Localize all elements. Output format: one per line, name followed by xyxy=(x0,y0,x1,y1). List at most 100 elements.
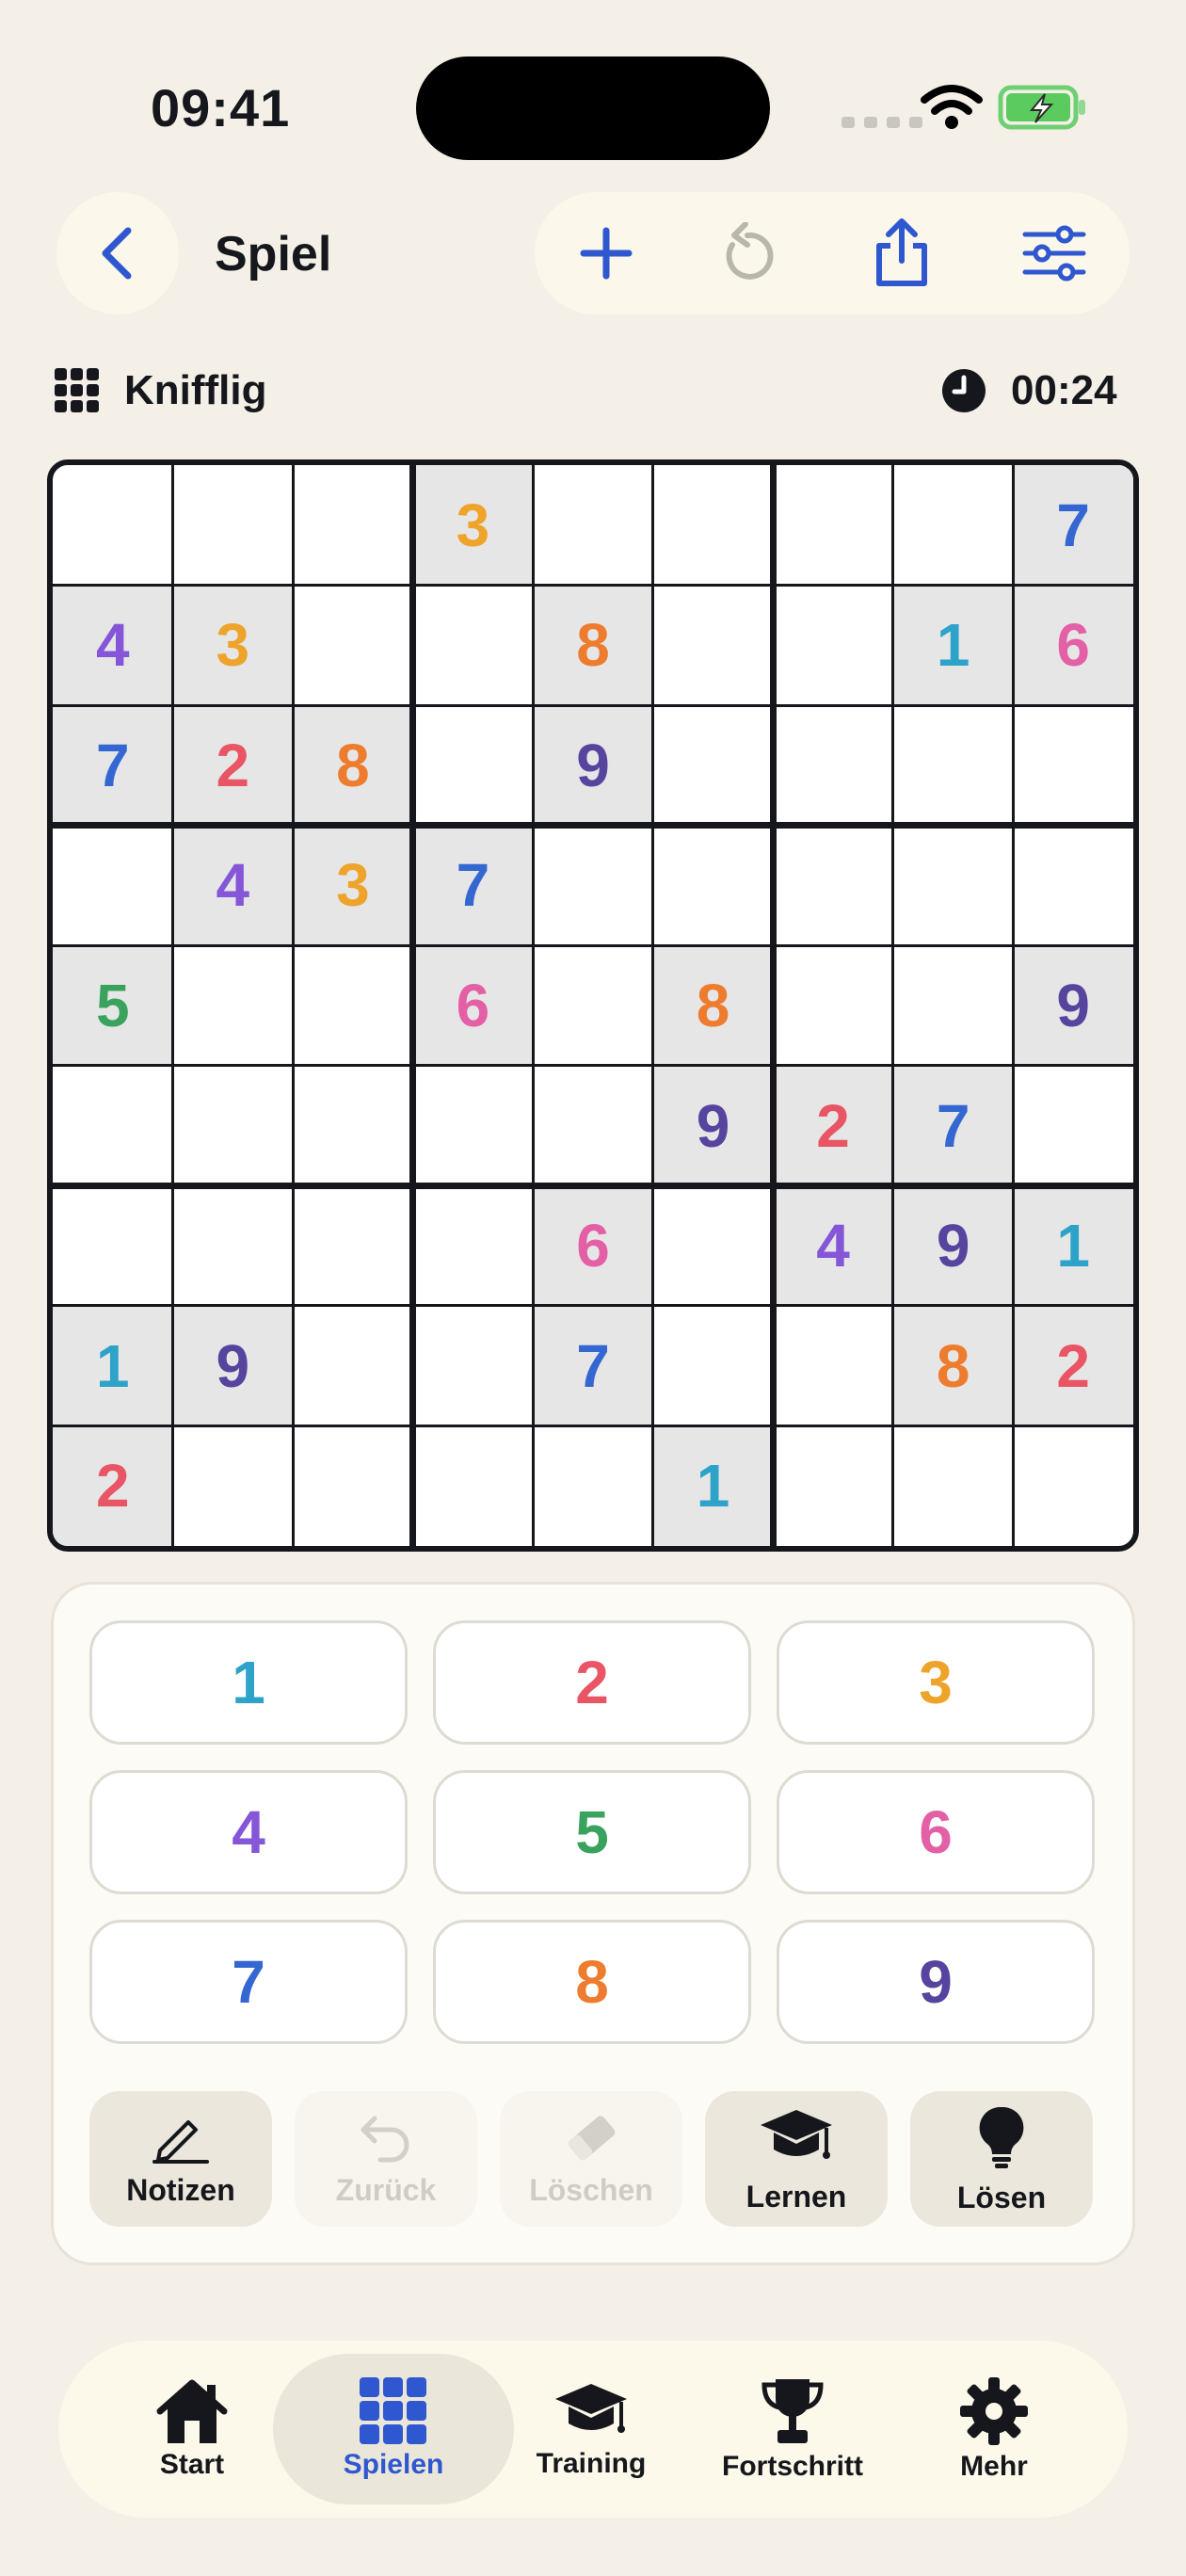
number-button[interactable]: 6 xyxy=(777,1770,1095,1894)
sudoku-cell[interactable] xyxy=(893,465,1014,586)
sudoku-cell[interactable]: 6 xyxy=(1013,585,1133,706)
sudoku-cell[interactable]: 7 xyxy=(412,825,534,946)
sudoku-cell[interactable]: 6 xyxy=(533,1185,653,1306)
sudoku-cell[interactable] xyxy=(413,1185,534,1306)
number-button[interactable]: 5 xyxy=(433,1770,751,1894)
sudoku-cell[interactable] xyxy=(1013,1425,1133,1546)
sudoku-cell[interactable]: 3 xyxy=(412,465,534,586)
sudoku-cell[interactable] xyxy=(773,1306,893,1426)
sudoku-cell[interactable] xyxy=(173,1066,294,1186)
sudoku-cell[interactable] xyxy=(413,1066,534,1186)
sudoku-cell[interactable]: 8 xyxy=(533,585,653,706)
sudoku-cell[interactable]: 6 xyxy=(412,945,534,1066)
sudoku-cell[interactable] xyxy=(653,705,774,826)
sudoku-cell[interactable] xyxy=(773,945,893,1066)
sudoku-cell[interactable]: 3 xyxy=(293,825,413,946)
sudoku-cell[interactable] xyxy=(773,1425,893,1546)
sudoku-cell[interactable] xyxy=(413,1306,534,1426)
sudoku-cell[interactable] xyxy=(53,465,173,586)
sudoku-cell[interactable]: 8 xyxy=(892,1305,1014,1426)
sudoku-cell[interactable] xyxy=(53,826,173,946)
sudoku-cell[interactable]: 8 xyxy=(293,705,413,826)
sudoku-cell[interactable] xyxy=(533,945,653,1066)
sudoku-cell[interactable] xyxy=(293,945,413,1066)
sudoku-cell[interactable] xyxy=(293,1066,413,1186)
sudoku-cell[interactable] xyxy=(293,1425,413,1546)
settings-button[interactable] xyxy=(1017,216,1092,291)
tab-start[interactable]: Start xyxy=(88,2354,296,2504)
sudoku-cell[interactable]: 2 xyxy=(172,705,294,826)
sudoku-cell[interactable]: 5 xyxy=(53,945,173,1066)
number-button[interactable]: 8 xyxy=(433,1920,751,2044)
sudoku-cell[interactable]: 8 xyxy=(652,945,774,1066)
sudoku-cell[interactable]: 1 xyxy=(652,1425,774,1546)
number-button[interactable]: 3 xyxy=(777,1620,1095,1745)
sudoku-cell[interactable]: 1 xyxy=(1013,1185,1133,1306)
sudoku-cell[interactable]: 9 xyxy=(892,1185,1014,1306)
sudoku-cell[interactable] xyxy=(1013,1066,1133,1186)
sudoku-cell[interactable]: 2 xyxy=(1013,1305,1133,1426)
sudoku-cell[interactable] xyxy=(893,826,1014,946)
sudoku-cell[interactable]: 4 xyxy=(53,585,173,706)
sudoku-cell[interactable]: 7 xyxy=(533,1305,653,1426)
sudoku-cell[interactable] xyxy=(653,465,774,586)
tab-training[interactable]: Training xyxy=(488,2354,695,2504)
number-button[interactable]: 7 xyxy=(89,1920,408,2044)
sudoku-cell[interactable] xyxy=(53,1185,173,1306)
number-button[interactable]: 4 xyxy=(89,1770,408,1894)
sudoku-cell[interactable] xyxy=(773,826,893,946)
sudoku-cell[interactable] xyxy=(773,586,893,706)
share-button[interactable] xyxy=(864,216,939,291)
sudoku-cell[interactable] xyxy=(293,586,413,706)
sudoku-cell[interactable] xyxy=(293,465,413,586)
number-button[interactable]: 2 xyxy=(433,1620,751,1745)
new-game-button[interactable] xyxy=(569,216,644,291)
sudoku-cell[interactable] xyxy=(53,1066,173,1186)
sudoku-cell[interactable]: 1 xyxy=(53,1305,173,1426)
back-button[interactable] xyxy=(56,192,179,314)
sudoku-cell[interactable] xyxy=(413,705,534,826)
sudoku-cell[interactable]: 4 xyxy=(773,1185,893,1306)
sudoku-cell[interactable] xyxy=(653,1185,774,1306)
sudoku-cell[interactable]: 4 xyxy=(172,825,294,946)
sudoku-cell[interactable] xyxy=(413,1425,534,1546)
tab-mehr[interactable]: Mehr xyxy=(890,2354,1098,2504)
tool-löschen[interactable]: Löschen xyxy=(500,2091,682,2227)
sudoku-cell[interactable]: 9 xyxy=(533,705,653,826)
sudoku-cell[interactable]: 1 xyxy=(892,585,1014,706)
number-button[interactable]: 1 xyxy=(89,1620,408,1745)
sudoku-cell[interactable] xyxy=(773,465,893,586)
tool-zurück[interactable]: Zurück xyxy=(295,2091,477,2227)
sudoku-cell[interactable] xyxy=(173,1185,294,1306)
sudoku-cell[interactable] xyxy=(173,945,294,1066)
sudoku-cell[interactable] xyxy=(533,1066,653,1186)
sudoku-cell[interactable] xyxy=(533,465,653,586)
sudoku-cell[interactable]: 9 xyxy=(172,1305,294,1426)
sudoku-cell[interactable] xyxy=(293,1306,413,1426)
sudoku-cell[interactable] xyxy=(893,945,1014,1066)
sudoku-cell[interactable] xyxy=(293,1185,413,1306)
tool-lösen[interactable]: Lösen xyxy=(910,2091,1093,2227)
sudoku-cell[interactable] xyxy=(533,826,653,946)
number-button[interactable]: 9 xyxy=(777,1920,1095,2044)
sudoku-cell[interactable]: 9 xyxy=(1013,945,1133,1066)
sudoku-cell[interactable] xyxy=(653,1306,774,1426)
sudoku-cell[interactable]: 9 xyxy=(652,1065,774,1186)
sudoku-cell[interactable] xyxy=(1013,705,1133,826)
sudoku-cell[interactable] xyxy=(173,1425,294,1546)
sudoku-cell[interactable] xyxy=(893,705,1014,826)
sudoku-cell[interactable]: 7 xyxy=(53,705,173,826)
sudoku-cell[interactable] xyxy=(653,826,774,946)
restart-button[interactable] xyxy=(712,216,787,291)
sudoku-cell[interactable] xyxy=(893,1425,1014,1546)
sudoku-cell[interactable] xyxy=(653,586,774,706)
sudoku-cell[interactable]: 3 xyxy=(172,585,294,706)
sudoku-cell[interactable]: 7 xyxy=(892,1065,1014,1186)
sudoku-cell[interactable]: 2 xyxy=(773,1065,893,1186)
sudoku-cell[interactable] xyxy=(773,705,893,826)
tab-fortschritt[interactable]: Fortschritt xyxy=(689,2354,896,2504)
sudoku-cell[interactable] xyxy=(413,586,534,706)
tool-lernen[interactable]: Lernen xyxy=(705,2091,888,2227)
sudoku-cell[interactable] xyxy=(533,1425,653,1546)
tool-notizen[interactable]: Notizen xyxy=(89,2091,272,2227)
